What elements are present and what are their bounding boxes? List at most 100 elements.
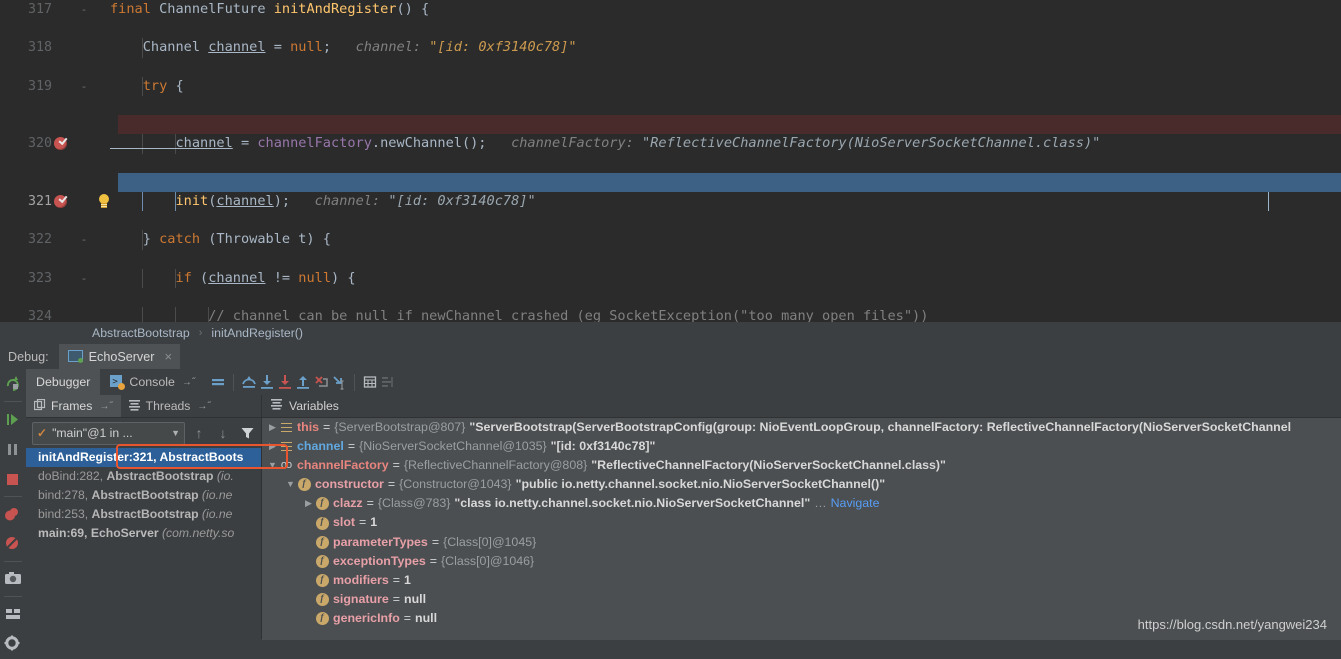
thread-selector[interactable]: ✓ "main"@1 in ... ▼ (32, 421, 185, 445)
intention-bulb-icon[interactable] (97, 193, 111, 209)
tab-frames-label: Frames (51, 399, 93, 413)
navigate-link[interactable]: Navigate (831, 494, 880, 513)
step-out-icon[interactable] (294, 373, 312, 391)
frame-list-item-4[interactable]: main:69, EchoServer (com.netty.so (26, 524, 261, 543)
frame-down-button[interactable]: ↓ (213, 423, 233, 443)
variable-row-modifiers[interactable]: f modifiers = 1 (262, 571, 1341, 590)
code-line-319[interactable]: 319 - try { (0, 76, 1341, 96)
code-line-317[interactable]: 317 - final ChannelFuture initAndRegiste… (0, 0, 1341, 19)
code-line-321[interactable]: 321 init(channel); channel: "[id: 0xf314… (0, 191, 1341, 212)
step-over-icon[interactable] (240, 373, 258, 391)
fold-marker[interactable]: - (78, 269, 90, 288)
fold-marker[interactable]: - (78, 77, 90, 96)
view-breakpoints-icon[interactable] (0, 499, 26, 529)
code-line-318[interactable]: 318 Channel channel = null; channel: "[i… (0, 38, 1341, 58)
collapse-twisty-icon[interactable]: ▼ (266, 456, 279, 475)
chevron-down-icon[interactable]: ▼ (171, 428, 180, 438)
frame-list-item-1[interactable]: doBind:282, AbstractBootstrap (io. (26, 467, 261, 486)
equals-sign: = (387, 477, 396, 492)
console-icon: >_ (110, 375, 126, 390)
equals-sign: = (359, 515, 367, 530)
variable-row-this[interactable]: ▶ this = {ServerBootstrap@807} "ServerBo… (262, 418, 1341, 437)
code-line-323[interactable]: 323 - if (channel != null) { (0, 268, 1341, 288)
filter-icon[interactable] (237, 423, 257, 443)
evaluate-expression-icon[interactable] (361, 373, 379, 391)
frame-up-button[interactable]: ↑ (189, 423, 209, 443)
variable-value: null (404, 591, 427, 606)
resume-program-icon[interactable] (0, 404, 26, 434)
variable-name: this (297, 420, 320, 434)
step-into-icon[interactable] (258, 373, 276, 391)
restore-layout-icon[interactable] (0, 599, 26, 629)
tab-threads[interactable]: Threads →˝ (121, 395, 219, 417)
code-text: } catch (Throwable t) { (110, 231, 331, 248)
field-icon: f (315, 573, 329, 587)
breadcrumb-class[interactable]: AbstractBootstrap (90, 326, 192, 340)
mute-breakpoints-icon[interactable] (209, 373, 227, 391)
code-line-320[interactable]: 320 channel = channelFactory.newChannel(… (0, 134, 1341, 154)
breadcrumb-method[interactable]: initAndRegister() (209, 326, 305, 340)
frame-class: AbstractBootstrap (91, 507, 199, 521)
variable-row-channel[interactable]: ▶ channel = {NioServerSocketChannel@1035… (262, 437, 1341, 456)
expand-twisty-icon[interactable]: ▶ (302, 494, 315, 513)
mute-breakpoints-icon[interactable] (0, 529, 26, 559)
pin-glyph[interactable]: →˝ (182, 377, 195, 388)
drop-frame-icon[interactable] (312, 373, 330, 391)
force-step-into-icon[interactable] (276, 373, 294, 391)
pin-glyph[interactable]: →˝ (197, 401, 210, 412)
field-icon: f (315, 611, 329, 625)
expand-twisty-icon[interactable]: ▶ (266, 418, 279, 437)
equals-sign: = (403, 610, 412, 625)
code-editor[interactable]: 317 - final ChannelFuture initAndRegiste… (0, 0, 1341, 322)
variable-row-channelFactory[interactable]: ▼ oo channelFactory = {ReflectiveChannel… (262, 456, 1341, 475)
layout-icon[interactable] (379, 373, 397, 391)
breakpoint-icon[interactable] (54, 137, 67, 151)
code-line-324[interactable]: 324 // channel can be null if newChannel… (0, 307, 1341, 322)
variable-value: 1 (404, 572, 411, 587)
code-text: if (channel != null) { (110, 269, 356, 286)
code-line-322[interactable]: 322 - } catch (Throwable t) { (0, 230, 1341, 250)
frame-list-item-2[interactable]: bind:278, AbstractBootstrap (io.ne (26, 486, 261, 505)
settings-icon[interactable] (0, 629, 26, 659)
camera-icon[interactable] (0, 564, 26, 594)
collapse-twisty-icon[interactable]: ▼ (284, 475, 297, 494)
frame-list-item-0[interactable]: initAndRegister:321, AbstractBoots (26, 448, 261, 467)
variable-row-clazz[interactable]: ▶ f clazz = {Class@783} "class io.netty.… (262, 494, 1341, 513)
variable-ref: {ServerBootstrap@807} (334, 420, 466, 434)
tab-frames[interactable]: Frames →˝ (26, 395, 121, 417)
intellij-debugger-window: 317 - final ChannelFuture initAndRegiste… (0, 0, 1341, 651)
tab-debugger-label: Debugger (36, 375, 91, 389)
variable-ref: {Class@783} (377, 496, 451, 511)
close-icon[interactable]: × (164, 349, 172, 364)
variable-name: parameterTypes (333, 534, 428, 549)
fold-marker[interactable]: - (78, 230, 90, 249)
variable-ref: {Class[0]@1045} (443, 534, 537, 549)
variable-row-signature[interactable]: f signature = null (262, 590, 1341, 609)
pin-glyph[interactable]: →˝ (99, 401, 112, 412)
frames-tab-icon (33, 398, 46, 414)
pause-program-icon[interactable] (0, 434, 26, 464)
tab-debugger[interactable]: Debugger (26, 369, 101, 395)
variable-name: slot (333, 515, 356, 530)
variables-tab[interactable]: Variables (262, 395, 1341, 417)
variable-name: exceptionTypes (333, 553, 426, 568)
variable-row-exceptionTypes[interactable]: f exceptionTypes = {Class[0]@1046} (262, 552, 1341, 571)
code-text: init(channel); channel: "[id: 0xf3140c78… (175, 192, 536, 209)
variable-row-slot[interactable]: f slot = 1 (262, 513, 1341, 532)
variable-row-constructor[interactable]: ▼ f constructor = {Constructor@1043} "pu… (262, 475, 1341, 494)
fold-marker[interactable]: - (78, 0, 90, 19)
tab-console[interactable]: >_ Console →˝ (100, 369, 205, 395)
variables-panel[interactable]: ▶ this = {ServerBootstrap@807} "ServerBo… (262, 417, 1341, 640)
breakpoint-icon[interactable] (54, 194, 67, 208)
variable-row-parameterTypes[interactable]: f parameterTypes = {Class[0]@1045} (262, 533, 1341, 552)
stop-icon[interactable] (0, 464, 26, 494)
variable-value: "ReflectiveChannelFactory(NioServerSocke… (591, 458, 946, 473)
frame-method: doBind:282, (38, 469, 107, 483)
run-to-cursor-icon[interactable] (330, 373, 348, 391)
rerun-icon[interactable] (0, 369, 26, 399)
variable-name: modifiers (333, 572, 389, 587)
frame-method: main:69, (38, 526, 91, 540)
expand-twisty-icon[interactable]: ▶ (266, 437, 279, 456)
frame-list-item-3[interactable]: bind:253, AbstractBootstrap (io.ne (26, 505, 261, 524)
debug-session-tab[interactable]: EchoServer × (58, 344, 181, 369)
